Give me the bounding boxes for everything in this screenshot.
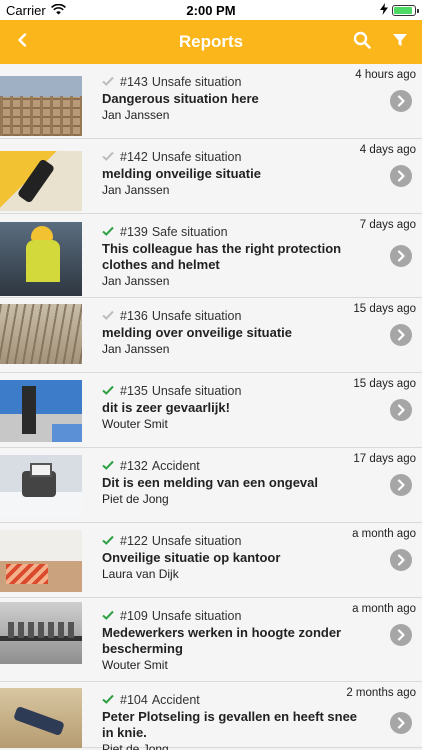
report-author: Jan Janssen bbox=[102, 183, 170, 197]
checkmark-icon bbox=[102, 226, 116, 238]
report-row[interactable]: #143 Unsafe situation Dangerous situatio… bbox=[0, 64, 422, 139]
report-thumbnail bbox=[0, 222, 82, 296]
report-author: Laura van Dijk bbox=[102, 567, 179, 581]
report-author: Wouter Smit bbox=[102, 417, 168, 431]
report-thumbnail bbox=[0, 380, 82, 442]
report-author: Piet de Jong bbox=[102, 492, 169, 506]
checkmark-icon bbox=[102, 460, 116, 472]
report-title: dit is zeer gevaarlijk! bbox=[102, 400, 230, 415]
nav-bar: Reports bbox=[0, 20, 422, 64]
checkmark-icon bbox=[102, 610, 116, 622]
report-thumbnail bbox=[0, 455, 82, 517]
report-time: a month ago bbox=[352, 528, 416, 540]
status-right bbox=[380, 2, 419, 18]
report-time: 2 months ago bbox=[346, 687, 416, 699]
checkmark-icon bbox=[102, 310, 116, 322]
report-time: 15 days ago bbox=[353, 378, 416, 390]
chevron-right-icon[interactable] bbox=[390, 90, 412, 112]
search-icon bbox=[353, 31, 371, 54]
nav-actions bbox=[350, 30, 422, 54]
report-time: 7 days ago bbox=[359, 219, 416, 231]
report-type: Safe situation bbox=[151, 225, 228, 239]
chevron-right-icon[interactable] bbox=[390, 549, 412, 571]
report-row[interactable]: #136 Unsafe situation melding over onvei… bbox=[0, 298, 422, 373]
reports-list[interactable]: #143 Unsafe situation Dangerous situatio… bbox=[0, 64, 422, 750]
report-title: melding onveilige situatie bbox=[102, 166, 261, 181]
report-time: a month ago bbox=[352, 603, 416, 615]
search-button[interactable] bbox=[350, 30, 374, 54]
report-title: Peter Plotseling is gevallen en heeft sn… bbox=[102, 709, 358, 740]
checkmark-icon bbox=[102, 694, 116, 706]
chevron-right-icon[interactable] bbox=[390, 165, 412, 187]
chevron-right-icon[interactable] bbox=[390, 712, 412, 734]
report-thumbnail bbox=[0, 76, 82, 136]
filter-icon bbox=[392, 32, 408, 53]
report-type: Accident bbox=[151, 693, 200, 707]
report-author: Jan Janssen bbox=[102, 274, 170, 288]
report-row[interactable]: #104 Accident Peter Plotseling is gevall… bbox=[0, 682, 422, 750]
report-id: #132 bbox=[120, 459, 148, 473]
report-type: Unsafe situation bbox=[151, 309, 242, 323]
checkmark-icon bbox=[102, 151, 116, 163]
report-id: #142 bbox=[120, 150, 148, 164]
charging-icon bbox=[380, 2, 388, 18]
report-type: Unsafe situation bbox=[151, 75, 242, 89]
report-id: #143 bbox=[120, 75, 148, 89]
report-time: 17 days ago bbox=[353, 453, 416, 465]
carrier-label: Carrier bbox=[6, 2, 46, 18]
chevron-right-icon[interactable] bbox=[390, 624, 412, 646]
report-author: Piet de Jong bbox=[102, 742, 169, 750]
report-time: 4 days ago bbox=[359, 144, 416, 156]
report-type: Unsafe situation bbox=[151, 384, 242, 398]
report-id: #109 bbox=[120, 609, 148, 623]
report-time: 4 hours ago bbox=[355, 69, 416, 81]
wifi-icon bbox=[50, 3, 66, 18]
status-bar: Carrier 2:00 PM bbox=[0, 0, 422, 20]
report-id: #135 bbox=[120, 384, 148, 398]
report-author: Jan Janssen bbox=[102, 342, 170, 356]
filter-button[interactable] bbox=[388, 30, 412, 54]
checkmark-icon bbox=[102, 76, 116, 88]
report-row[interactable]: #122 Unsafe situation Onveilige situatie… bbox=[0, 523, 422, 598]
report-author: Jan Janssen bbox=[102, 108, 170, 122]
report-id: #122 bbox=[120, 534, 148, 548]
report-thumbnail bbox=[0, 602, 82, 664]
battery-fill bbox=[394, 6, 413, 14]
battery-icon bbox=[392, 4, 419, 16]
report-title: Dangerous situation here bbox=[102, 91, 259, 106]
report-row[interactable]: #142 Unsafe situation melding onveilige … bbox=[0, 139, 422, 214]
report-row[interactable]: #132 Accident Dit is een melding van een… bbox=[0, 448, 422, 523]
report-id: #139 bbox=[120, 225, 148, 239]
chevron-right-icon[interactable] bbox=[390, 474, 412, 496]
report-row[interactable]: #135 Unsafe situation dit is zeer gevaar… bbox=[0, 373, 422, 448]
report-row[interactable]: #109 Unsafe situation Medewerkers werken… bbox=[0, 598, 422, 682]
report-id: #136 bbox=[120, 309, 148, 323]
report-title: Dit is een melding van een ongeval bbox=[102, 475, 319, 490]
report-title: Medewerkers werken in hoogte zonder besc… bbox=[102, 625, 342, 656]
report-type: Unsafe situation bbox=[151, 150, 242, 164]
back-button[interactable] bbox=[0, 20, 44, 64]
report-thumbnail bbox=[0, 530, 82, 592]
report-author: Wouter Smit bbox=[102, 658, 168, 672]
report-title: Onveilige situatie op kantoor bbox=[102, 550, 281, 565]
report-title: This colleague has the right protection … bbox=[102, 241, 342, 272]
checkmark-icon bbox=[102, 385, 116, 397]
report-thumbnail bbox=[0, 304, 82, 364]
report-id: #104 bbox=[120, 693, 148, 707]
chevron-left-icon bbox=[17, 32, 27, 52]
chevron-right-icon[interactable] bbox=[390, 245, 412, 267]
chevron-right-icon[interactable] bbox=[390, 399, 412, 421]
status-left: Carrier bbox=[6, 3, 66, 18]
report-title: melding over onveilige situatie bbox=[102, 325, 292, 340]
report-thumbnail bbox=[0, 151, 82, 211]
report-time: 15 days ago bbox=[353, 303, 416, 315]
chevron-right-icon[interactable] bbox=[390, 324, 412, 346]
report-type: Unsafe situation bbox=[151, 609, 242, 623]
report-type: Accident bbox=[151, 459, 200, 473]
checkmark-icon bbox=[102, 535, 116, 547]
report-type: Unsafe situation bbox=[151, 534, 242, 548]
report-row[interactable]: #139 Safe situation This colleague has t… bbox=[0, 214, 422, 298]
report-thumbnail bbox=[0, 688, 82, 748]
